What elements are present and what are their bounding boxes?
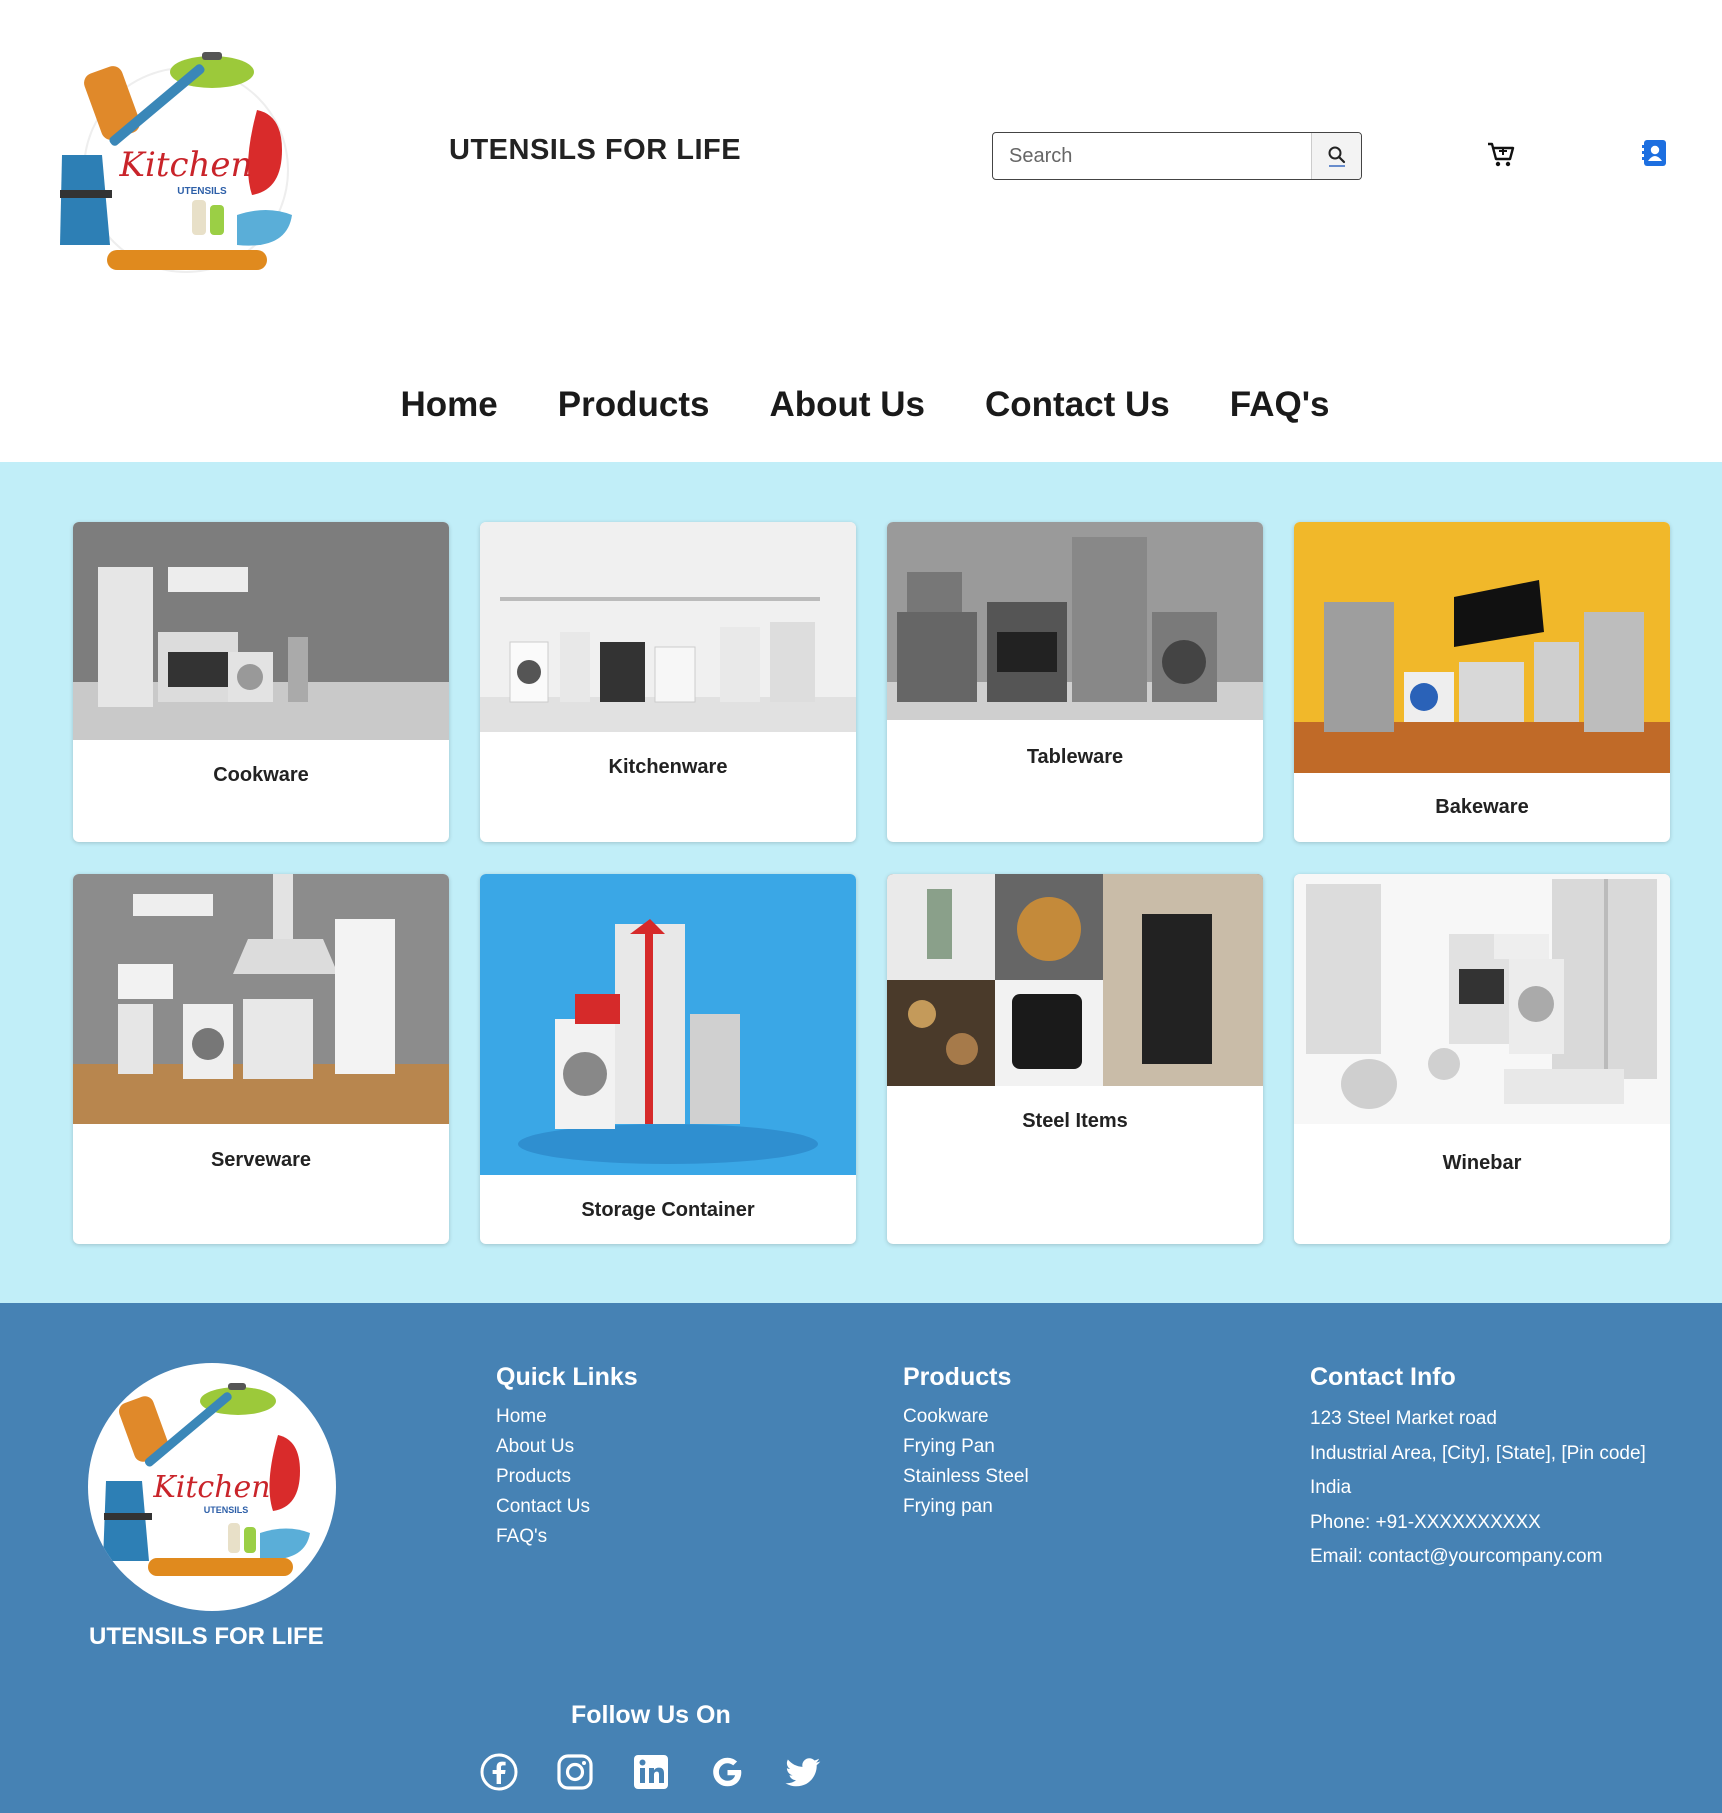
follow-us-heading: Follow Us On — [571, 1701, 731, 1729]
category-card-serveware[interactable]: Serveware — [73, 874, 449, 1244]
serveware-image — [73, 874, 449, 1124]
steel-items-image — [887, 874, 1263, 1086]
google-icon[interactable] — [708, 1753, 746, 1791]
linkedin-icon[interactable] — [632, 1753, 670, 1791]
footer-link-home[interactable]: Home — [496, 1402, 638, 1432]
main-nav: Home Products About Us Contact Us FAQ's — [0, 385, 1722, 425]
search-button[interactable] — [1311, 133, 1361, 179]
cart-button[interactable] — [1486, 139, 1516, 169]
category-card-kitchenware[interactable]: Kitchenware — [480, 522, 856, 842]
facebook-icon[interactable] — [480, 1753, 518, 1791]
logo-text: Kitchen — [119, 145, 253, 185]
contact-email: Email: contact@yourcompany.com — [1310, 1546, 1603, 1567]
category-card-cookware[interactable]: Cookware — [73, 522, 449, 842]
account-button[interactable] — [1642, 139, 1668, 167]
nav-products[interactable]: Products — [558, 385, 710, 425]
footer-product-link[interactable]: Cookware — [903, 1402, 1029, 1432]
footer-contact-info: Contact Info 123 Steel Market road Indus… — [1310, 1363, 1646, 1575]
storage-container-image — [480, 874, 856, 1175]
contact-country: India — [1310, 1477, 1352, 1498]
social-links — [480, 1753, 822, 1791]
cart-icon — [1488, 142, 1515, 167]
contact-address-line: Industrial Area, [City], [State], [Pin c… — [1310, 1442, 1646, 1464]
products-heading: Products — [903, 1363, 1012, 1391]
footer-link-products[interactable]: Products — [496, 1462, 638, 1492]
nav-home[interactable]: Home — [401, 385, 498, 425]
footer-logo-subtext: UTENSILS — [204, 1505, 249, 1515]
footer-link-contact-us[interactable]: Contact Us — [496, 1492, 638, 1522]
quick-links-heading: Quick Links — [496, 1363, 638, 1391]
twitter-icon[interactable] — [784, 1753, 822, 1791]
category-label: Cookware — [213, 764, 309, 786]
contact-address-line: 123 Steel Market road — [1310, 1408, 1497, 1429]
logo-subtext: UTENSILS — [177, 186, 227, 197]
category-section: Cookware Kitchenware Tableware Bakeware … — [0, 462, 1722, 1303]
site-header: Kitchen UTENSILS UTENSILS FOR LIFE Searc… — [0, 0, 1722, 462]
tableware-image — [887, 522, 1263, 720]
contact-phone: Phone: +91-XXXXXXXXXX — [1310, 1511, 1541, 1533]
cookware-image — [73, 522, 449, 740]
category-label: Winebar — [1442, 1152, 1522, 1174]
category-label: Storage Container — [581, 1199, 755, 1221]
nav-contact-us[interactable]: Contact Us — [985, 385, 1170, 425]
footer-quick-links: Quick Links Home About Us Products Conta… — [496, 1363, 638, 1552]
category-card-steel-items[interactable]: Steel Items — [887, 874, 1263, 1244]
footer-product-link[interactable]: Frying pan — [903, 1492, 1029, 1522]
winebar-image — [1294, 874, 1670, 1124]
bakeware-image — [1294, 522, 1670, 773]
footer-product-link[interactable]: Frying Pan — [903, 1432, 1029, 1462]
category-label: Bakeware — [1435, 796, 1529, 818]
footer-link-about-us[interactable]: About Us — [496, 1432, 638, 1462]
kitchenware-image — [480, 522, 856, 732]
category-card-tableware[interactable]: Tableware — [887, 522, 1263, 842]
footer-logo[interactable]: Kitchen UTENSILS — [88, 1363, 336, 1611]
category-label: Serveware — [210, 1149, 312, 1171]
site-logo[interactable]: Kitchen UTENSILS — [52, 40, 320, 300]
footer-brand: UTENSILS FOR LIFE — [89, 1623, 324, 1650]
contact-info-heading: Contact Info — [1310, 1363, 1456, 1391]
footer-products: Products Cookware Frying Pan Stainless S… — [903, 1363, 1029, 1522]
footer-logo-text: Kitchen — [152, 1470, 270, 1505]
category-label: Tableware — [1026, 746, 1124, 768]
footer-link-faqs[interactable]: FAQ's — [496, 1522, 638, 1552]
category-label: Steel Items — [1022, 1110, 1128, 1132]
footer-product-link[interactable]: Stainless Steel — [903, 1462, 1029, 1492]
category-card-winebar[interactable]: Winebar — [1294, 874, 1670, 1244]
nav-faqs[interactable]: FAQ's — [1230, 385, 1330, 425]
search-icon — [1328, 146, 1345, 167]
search-input[interactable] — [993, 133, 1311, 179]
category-label: Kitchenware — [608, 756, 728, 778]
contact-book-icon — [1642, 140, 1666, 166]
category-card-bakeware[interactable]: Bakeware — [1294, 522, 1670, 842]
category-card-storage-container[interactable]: Storage Container — [480, 874, 856, 1244]
site-footer: Kitchen UTENSILS UTENSILS FOR LIFE Quick… — [0, 1303, 1722, 1813]
site-title: UTENSILS FOR LIFE — [449, 134, 742, 166]
nav-about-us[interactable]: About Us — [769, 385, 925, 425]
search-bar — [992, 132, 1362, 180]
instagram-icon[interactable] — [556, 1753, 594, 1791]
